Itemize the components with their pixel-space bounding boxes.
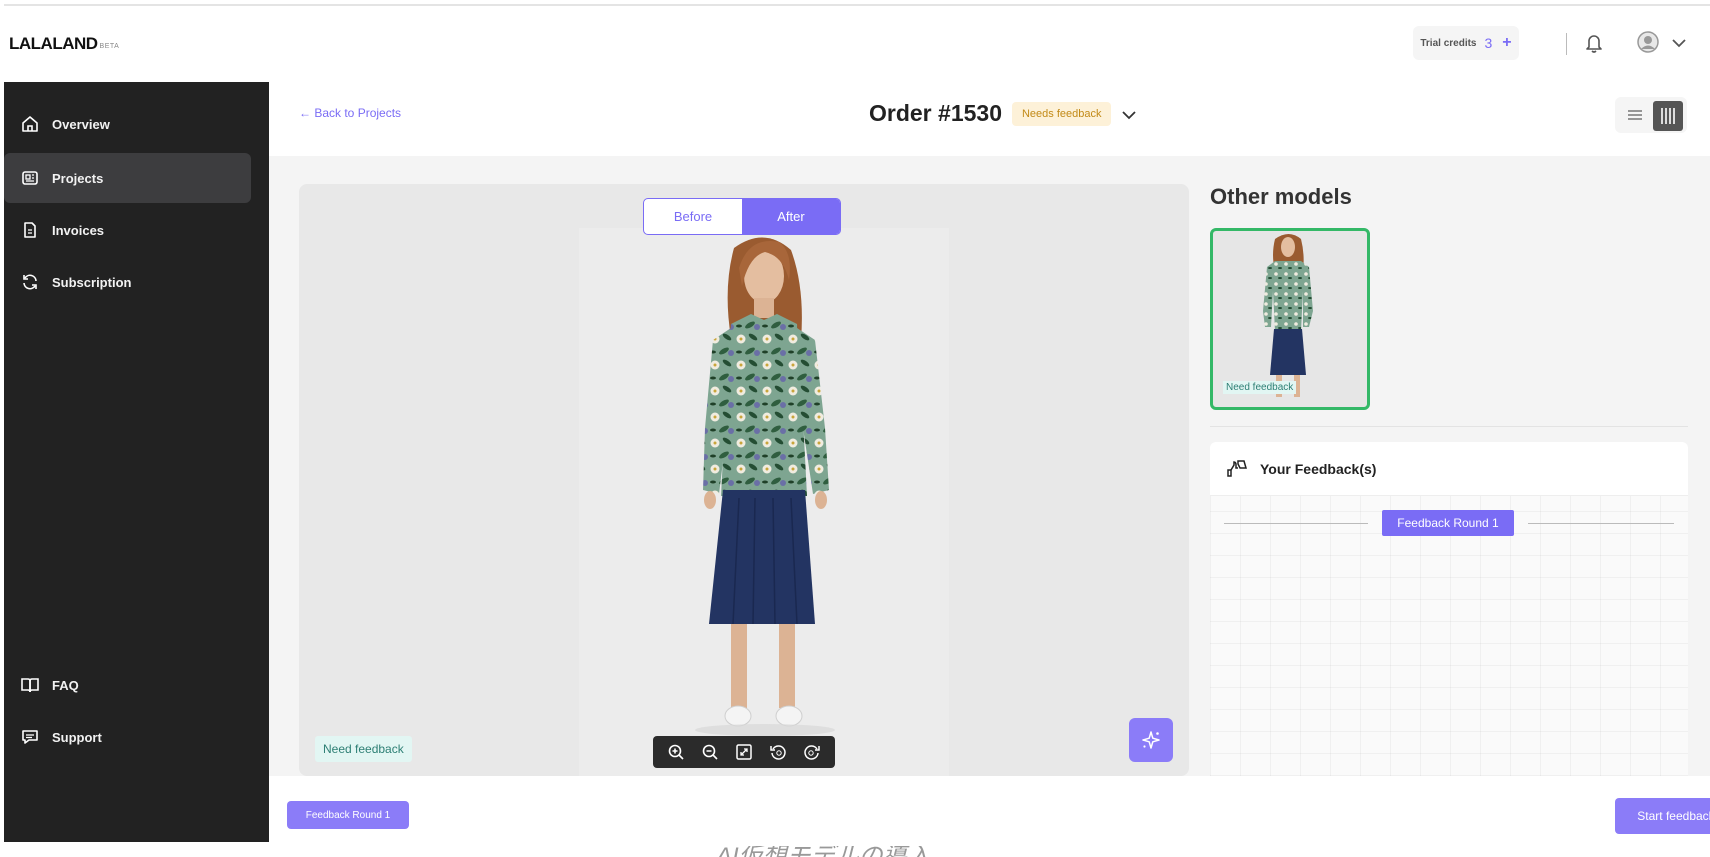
sidebar-item-label: Invoices (52, 222, 105, 238)
need-feedback-badge: Need feedback (315, 736, 412, 762)
list-view-button[interactable] (1621, 101, 1649, 129)
sidebar-item-label: Subscription (52, 274, 132, 290)
sidebar-item-subscription[interactable]: Subscription (4, 257, 251, 307)
zoom-toolbar (653, 736, 835, 768)
app-root: LALALAND BETA Overview Projects Invoices (0, 0, 1710, 857)
chevron-down-icon[interactable] (1672, 36, 1686, 48)
sidebar-item-label: Overview (52, 116, 110, 132)
logo[interactable]: LALALAND BETA (4, 6, 269, 82)
sidebar-item-label: Support (52, 729, 102, 745)
header-divider (1566, 33, 1567, 55)
sidebar-item-label: FAQ (52, 677, 79, 693)
book-icon (20, 675, 40, 695)
divider-line (1224, 523, 1368, 524)
zoom-out-icon[interactable] (699, 741, 721, 763)
feedback-body: Feedback Round 1 (1210, 496, 1688, 776)
rotate-left-icon[interactable] (767, 741, 789, 763)
sparkle-icon (1142, 731, 1160, 749)
sidebar-item-invoices[interactable]: Invoices (4, 205, 251, 255)
bell-icon[interactable] (1584, 32, 1604, 54)
main-content: Before After Need feedback Other models … (269, 156, 1710, 776)
columns-icon (1661, 108, 1675, 124)
sidebar-item-projects[interactable]: Projects (4, 153, 251, 203)
page-title: Order #1530 (869, 100, 1002, 126)
sidebar-item-label: Projects (52, 170, 104, 186)
before-tab[interactable]: Before (644, 199, 742, 234)
home-icon (20, 114, 40, 134)
feedback-panel: Your Feedback(s) Feedback Round 1 (1210, 442, 1688, 776)
sidebar-item-overview[interactable]: Overview (4, 99, 251, 149)
ai-sparkle-button[interactable] (1129, 718, 1173, 762)
panel-divider (1210, 426, 1688, 427)
before-after-toggle: Before After (643, 198, 841, 235)
caption: AI仮想モデルの導入 (0, 846, 1710, 857)
model-thumbnail[interactable]: Need feedback (1210, 228, 1370, 410)
add-credits-button[interactable]: + (1502, 34, 1511, 52)
beta-label: BETA (99, 43, 120, 50)
other-models-title: Other models (1210, 184, 1352, 209)
zoom-in-icon[interactable] (665, 741, 687, 763)
avatar[interactable] (1636, 30, 1660, 54)
feedback-header: Your Feedback(s) (1210, 442, 1688, 496)
chat-icon (20, 727, 40, 747)
rotate-right-icon[interactable] (801, 741, 823, 763)
model-photo (579, 228, 949, 776)
chevron-down-icon[interactable] (1121, 108, 1137, 120)
caption-text: AI仮想モデルの導入 (716, 846, 931, 857)
feedback-icon (1226, 458, 1248, 480)
trial-credits-count: 3 (1484, 35, 1493, 51)
projects-icon (20, 168, 40, 188)
sidebar-item-support[interactable]: Support (4, 712, 251, 762)
view-toggle (1615, 97, 1687, 133)
start-feedback-round-button[interactable]: Start feedback round (1615, 798, 1710, 834)
feedback-round-chip[interactable]: Feedback Round 1 (1382, 510, 1514, 536)
feedback-round-button[interactable]: Feedback Round 1 (287, 801, 409, 829)
back-to-projects-link[interactable]: ← Back to Projects (299, 106, 401, 120)
column-view-button[interactable] (1653, 101, 1683, 131)
list-icon (1628, 110, 1642, 120)
fit-screen-icon[interactable] (733, 741, 755, 763)
invoice-icon (20, 220, 40, 240)
image-viewer: Before After Need feedback (299, 184, 1189, 776)
sidebar-item-faq[interactable]: FAQ (4, 660, 251, 710)
order-title-group: Order #1530 Needs feedback (869, 100, 1137, 127)
feedback-title: Your Feedback(s) (1260, 460, 1377, 477)
brand-name: LALALAND (9, 34, 98, 53)
order-header: ← Back to Projects Order #1530 Needs fee… (269, 82, 1710, 156)
after-tab[interactable]: After (742, 199, 840, 234)
divider-line (1528, 523, 1674, 524)
need-feedback-badge: Need feedback (1223, 381, 1297, 394)
status-badge: Needs feedback (1011, 101, 1112, 126)
trial-credits[interactable]: Trial credits 3 + (1413, 26, 1519, 60)
sidebar: Overview Projects Invoices Subscription … (4, 82, 269, 842)
footer-bar: Feedback Round 1 Start feedback round (269, 776, 1710, 842)
refresh-icon (20, 272, 40, 292)
trial-credits-label: Trial credits (1420, 37, 1477, 49)
